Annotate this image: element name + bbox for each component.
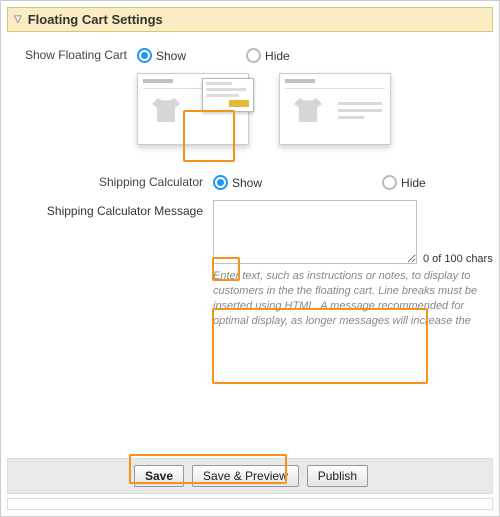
action-bar: Save Save & Preview Publish xyxy=(7,458,493,494)
section-header[interactable]: ▽ Floating Cart Settings xyxy=(7,7,493,32)
floating-cart-row: Show Floating Cart Show Hide xyxy=(17,48,483,63)
shipping-msg-label: Shipping Calculator Message xyxy=(17,200,213,267)
shipping-calc-row: Shipping Calculator Show Hide xyxy=(17,175,483,190)
bottom-bar xyxy=(7,498,493,510)
save-preview-button[interactable]: Save & Preview xyxy=(192,465,299,487)
preview-hide-card[interactable] xyxy=(279,73,391,145)
shipping-calc-show-radio[interactable]: Show xyxy=(213,175,262,190)
floating-cart-hide-radio[interactable]: Hide xyxy=(246,48,290,63)
radio-label: Hide xyxy=(401,176,426,190)
shipping-msg-help: Enter text, such as instructions or note… xyxy=(213,269,483,328)
shipping-msg-row: Shipping Calculator Message 0 of 100 cha… xyxy=(17,200,483,267)
radio-label: Show xyxy=(232,176,262,190)
preview-show-card[interactable] xyxy=(137,73,249,145)
shipping-msg-textarea[interactable] xyxy=(213,200,417,264)
floating-cart-show-radio[interactable]: Show xyxy=(137,48,186,63)
radio-label: Show xyxy=(156,49,186,63)
floating-cart-label: Show Floating Cart xyxy=(17,48,137,63)
collapse-icon[interactable]: ▽ xyxy=(14,14,22,25)
save-button[interactable]: Save xyxy=(134,465,184,487)
char-counter: 0 of 100 chars xyxy=(423,253,493,265)
section-title: Floating Cart Settings xyxy=(28,12,163,27)
shipping-calc-hide-radio[interactable]: Hide xyxy=(382,175,426,190)
radio-label: Hide xyxy=(265,49,290,63)
shipping-calc-label: Shipping Calculator xyxy=(17,175,213,190)
publish-button[interactable]: Publish xyxy=(307,465,368,487)
